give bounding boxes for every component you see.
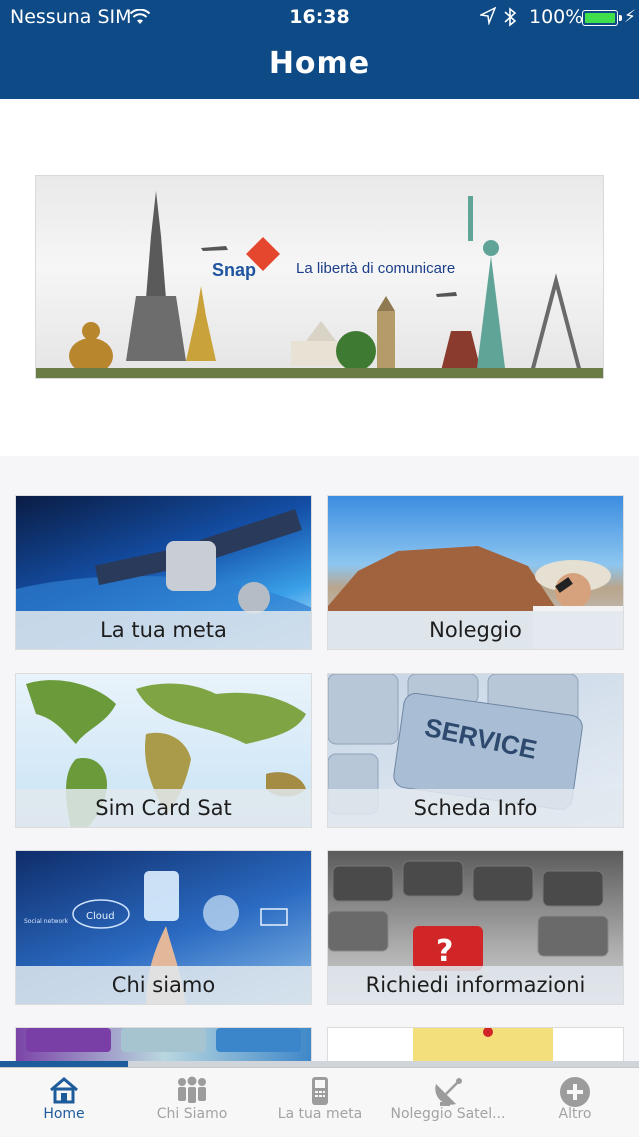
navigation-bar: Home (0, 34, 639, 99)
battery-percent: 100% (529, 6, 584, 28)
tile-la-tua-meta[interactable]: La tua meta (15, 495, 312, 650)
charging-bolt-icon: ⚡ (624, 7, 636, 27)
banner-slogan: La libertà di comunicare (296, 260, 456, 277)
tab-chi-siamo[interactable]: Chi Siamo (128, 1068, 256, 1137)
tab-label: La tua meta (277, 1106, 363, 1122)
tab-home[interactable]: Home (0, 1068, 128, 1137)
tile-label: Scheda Info (328, 789, 623, 827)
banner-image[interactable]: Snap La libertà di comunicare (35, 175, 604, 379)
banner-area: Snap La libertà di comunicare (0, 99, 639, 456)
battery-icon (582, 10, 618, 26)
home-icon (0, 1068, 128, 1106)
brand-name: Snap (212, 260, 257, 280)
tab-label: Noleggio Satel... (390, 1106, 506, 1122)
battery-tip (619, 15, 622, 21)
svg-text:?: ? (436, 934, 453, 969)
status-bar: Nessuna SIM 16:38 100% ⚡ (0, 0, 639, 34)
tile-richiedi-informazioni[interactable]: ? Richiedi informazioni (327, 850, 624, 1005)
satellite-dish-icon (384, 1068, 512, 1106)
tab-label: Home (43, 1106, 85, 1122)
cloud-text: Cloud (86, 911, 115, 922)
people-icon (128, 1068, 256, 1106)
page-title: Home (268, 46, 371, 81)
tab-altro[interactable]: Altro (511, 1068, 639, 1137)
bluetooth-icon (503, 7, 517, 32)
tile-scheda-info[interactable]: SERVICE Scheda Info (327, 673, 624, 828)
tile-label: La tua meta (16, 611, 311, 649)
tile-sim-card-sat[interactable]: Sim Card Sat (15, 673, 312, 828)
location-arrow-icon (478, 6, 497, 30)
phone-icon (256, 1068, 384, 1106)
tile-label: Richiedi informazioni (328, 966, 623, 1004)
tab-la-tua-meta[interactable]: La tua meta (256, 1068, 384, 1137)
tile-chi-siamo[interactable]: Cloud Social network Chi siamo (15, 850, 312, 1005)
tile-noleggio[interactable]: Noleggio (327, 495, 624, 650)
landmarks-illustration (36, 191, 603, 378)
tile-label: Chi siamo (16, 966, 311, 1004)
tab-label: Chi Siamo (156, 1106, 228, 1122)
tile-label: Sim Card Sat (16, 789, 311, 827)
social-network-text: Social network (24, 918, 69, 925)
tab-label: Altro (558, 1106, 592, 1122)
plus-circle-icon (511, 1068, 639, 1107)
tile-label: Noleggio (328, 611, 623, 649)
tab-noleggio-satellitare[interactable]: Noleggio Satel... (384, 1068, 512, 1137)
tab-bar: Home Chi Siamo La tua meta Noleggio Sate… (0, 1067, 639, 1136)
